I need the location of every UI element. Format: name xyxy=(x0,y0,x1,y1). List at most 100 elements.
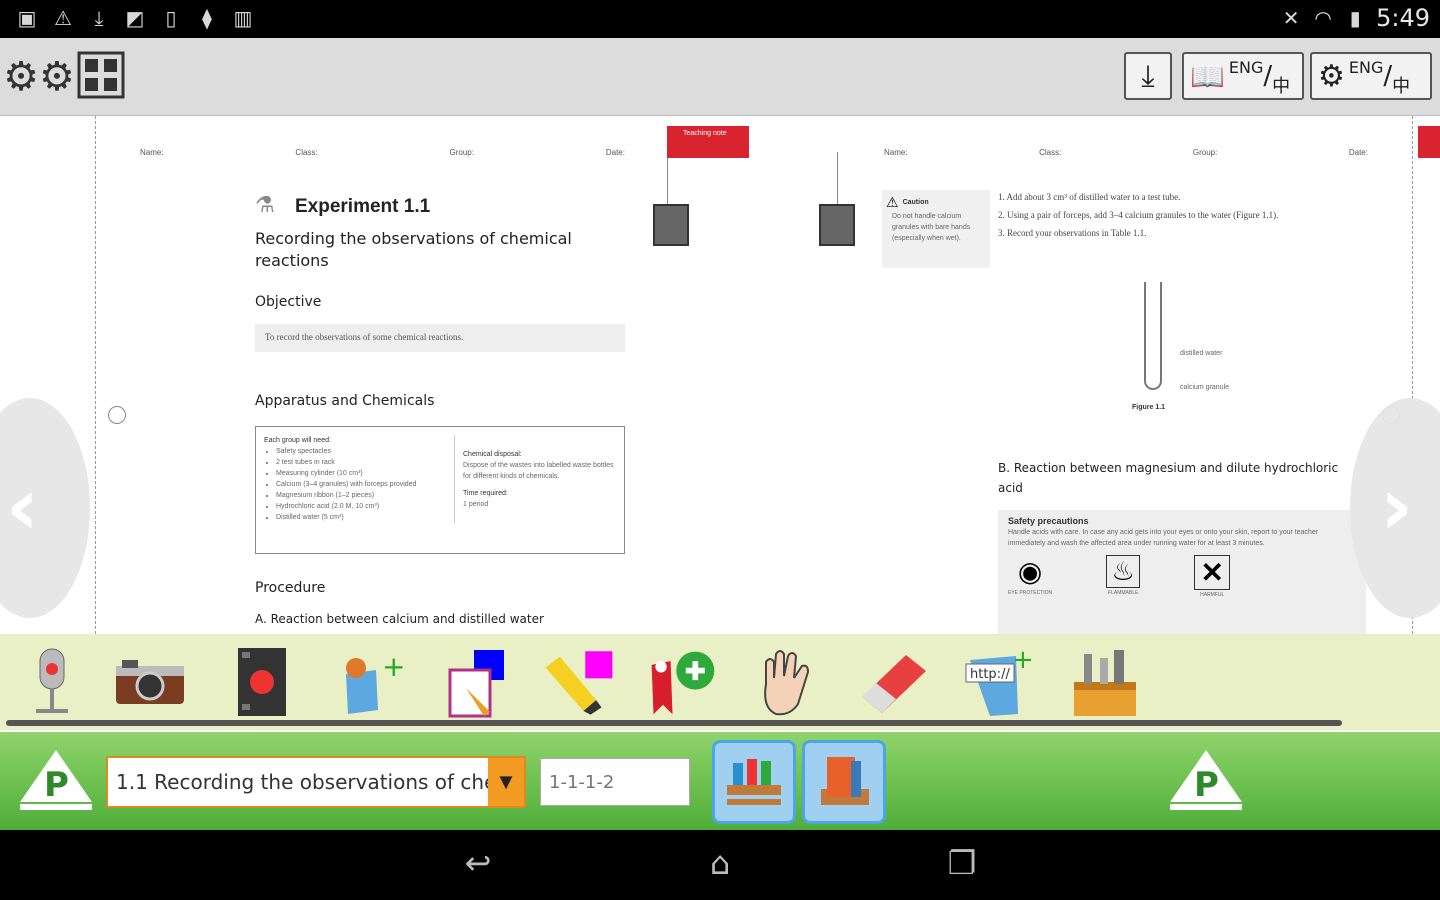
teaching-note-tag-right[interactable] xyxy=(1418,126,1440,158)
svg-text:+: + xyxy=(382,650,404,683)
slash-divider: / xyxy=(1383,61,1393,91)
home-icon[interactable]: ⌂ xyxy=(680,844,760,884)
settings-language-button[interactable]: ⚙ ENG / 中 xyxy=(1310,52,1432,100)
chevron-down-icon[interactable]: ▼ xyxy=(488,758,524,806)
apparatus-item: Safety spectacles xyxy=(276,446,444,457)
figure-label-water: distilled water xyxy=(1180,350,1223,357)
apparatus-item: 2 test tubes in rack xyxy=(276,457,444,468)
hand-icon xyxy=(764,650,810,716)
apparatus-item: Measuring cylinder (10 cm³) xyxy=(276,468,444,479)
time-text: 1 period xyxy=(463,501,489,508)
add-note-tool[interactable]: + xyxy=(330,644,406,720)
caution-heading-row: ⚠ Caution xyxy=(886,194,986,211)
marker-line xyxy=(837,152,838,204)
eraser-icon xyxy=(862,655,926,713)
previous-page-button[interactable]: ‹ xyxy=(0,398,90,618)
apparatus-item: Distilled water (5 cm³) xyxy=(276,512,444,523)
pen-color-tool[interactable] xyxy=(440,644,516,720)
bottom-bar: P 1.1 Recording the observations of chem… xyxy=(0,730,1440,830)
hazard-label: HARMFUL xyxy=(1200,592,1225,598)
group-field-label: Group: xyxy=(1192,148,1218,157)
eraser-tool[interactable] xyxy=(856,644,932,720)
link-label: http:// xyxy=(970,667,1010,682)
name-field-label: Name: xyxy=(884,148,908,157)
page-marker-left[interactable] xyxy=(653,204,689,246)
safety-heading: Safety precautions xyxy=(1008,516,1089,526)
chapter-select-value: 1.1 Recording the observations of chemic… xyxy=(116,770,488,794)
bookshelf-icon xyxy=(727,759,781,805)
hand-tool[interactable] xyxy=(748,644,824,720)
page-margin-line xyxy=(95,116,96,634)
camera-tool[interactable] xyxy=(112,644,188,720)
add-link-tool[interactable]: http://+ xyxy=(960,644,1036,720)
objective-text: To record the observations of some chemi… xyxy=(255,324,625,352)
apparatus-list: Safety spectacles 2 test tubes in rack M… xyxy=(264,446,444,523)
class-field-label: Class: xyxy=(295,148,318,157)
figure-label-calcium: calcium granule xyxy=(1180,384,1230,391)
goggles-icon: ◉ xyxy=(1017,556,1043,587)
camera-icon xyxy=(116,660,184,704)
time-heading: Time required: xyxy=(463,490,508,497)
group-field-label: Group: xyxy=(449,148,474,157)
apparatus-heading: Apparatus and Chemicals xyxy=(255,393,435,409)
chapter-select[interactable]: 1.1 Recording the observations of chemic… xyxy=(106,756,526,808)
flame-icon: ♨ xyxy=(1106,555,1141,588)
wifi-icon: ◠ xyxy=(1314,6,1332,30)
procedure-heading: Procedure xyxy=(255,580,326,596)
page-marker-right[interactable] xyxy=(819,204,855,246)
teaching-note-label: Teaching note xyxy=(683,130,727,137)
pen-icon xyxy=(448,650,504,718)
hazard-label: FLAMMABLE xyxy=(1108,590,1139,596)
sim-icon: ▯ xyxy=(165,6,177,30)
add-bookmark-tool[interactable] xyxy=(644,644,720,720)
svg-text:+: + xyxy=(1012,645,1034,675)
battery-icon: ▮ xyxy=(1349,6,1361,30)
gears-icon[interactable]: ⚙⚙ xyxy=(3,52,75,102)
microphone-tool[interactable] xyxy=(14,644,90,720)
experiment-subtitle: Recording the observations of chemical r… xyxy=(255,229,572,270)
page-number-field[interactable] xyxy=(540,758,690,806)
bookmark-icon xyxy=(651,651,715,715)
hazard-eye-protection: ◉ EYE PROTECTION xyxy=(1008,555,1052,601)
bookshelf-button[interactable] xyxy=(712,740,796,824)
svg-text:P: P xyxy=(1194,765,1219,805)
tool-strip: + http://+ xyxy=(0,634,1440,730)
page-radio-left[interactable] xyxy=(108,406,126,424)
safety-box: Safety precautions Handle acids with car… xyxy=(998,510,1366,634)
hazard-flammable: ♨ FLAMMABLE xyxy=(1106,555,1141,601)
right-header-fields: Name: Class: Group: Date: xyxy=(884,148,1368,157)
sd-card-icon: ▥ xyxy=(233,6,253,30)
grid-icon[interactable] xyxy=(76,50,126,100)
book-cover-icon xyxy=(821,757,869,805)
class-field-label: Class: xyxy=(1039,148,1062,157)
caution-heading: Caution xyxy=(902,199,929,206)
download-icon[interactable]: ⤓ xyxy=(1124,52,1172,100)
svg-text:P: P xyxy=(44,765,69,805)
document-viewer[interactable]: Name: Class: Group: Date: ⚗ Experiment 1… xyxy=(0,116,1440,634)
caution-box: ⚠ Caution Do not handle calcium granules… xyxy=(882,190,990,268)
book-cover-button[interactable] xyxy=(802,740,886,824)
publisher-logo-left[interactable]: P xyxy=(16,746,96,818)
book-language-button[interactable]: 📖 ENG / 中 xyxy=(1182,52,1304,100)
highlighter-icon xyxy=(545,651,613,715)
steps-list: 1. Add about 3 cm³ of distilled water to… xyxy=(998,190,1370,240)
caution-icon: ⚠ xyxy=(886,194,899,210)
apparatus-intro: Each group will need: xyxy=(264,437,331,444)
recents-icon[interactable]: ❐ xyxy=(922,844,1002,884)
date-field-label: Date: xyxy=(1348,148,1368,157)
left-header-fields: Name: Class: Group: Date: xyxy=(140,148,625,157)
back-icon[interactable]: ↩ xyxy=(438,844,518,884)
tool-scroll-rail[interactable] xyxy=(6,720,1342,726)
highlighter-tool[interactable] xyxy=(540,644,616,720)
toolbox-tool[interactable] xyxy=(1066,644,1142,720)
publisher-logo-right[interactable]: P xyxy=(1166,746,1246,818)
link-icon: http://+ xyxy=(965,645,1034,716)
video-icon xyxy=(238,648,286,716)
teaching-note-tag[interactable]: Teaching note xyxy=(667,126,749,158)
gear-icon: ⚙ xyxy=(1318,58,1345,94)
image-icon: ◩ xyxy=(125,6,145,30)
top-toolbar: ⚙⚙ ⤓ 📖 ENG / 中 ⚙ ENG / 中 xyxy=(0,38,1440,116)
video-tool[interactable] xyxy=(224,644,300,720)
status-bar: ▣ ⚠ ⤓ ◩ ▯ ⧫ ▥ ✕ ◠ ▮ 5:49 xyxy=(0,0,1440,38)
add-note-icon: + xyxy=(346,650,404,714)
